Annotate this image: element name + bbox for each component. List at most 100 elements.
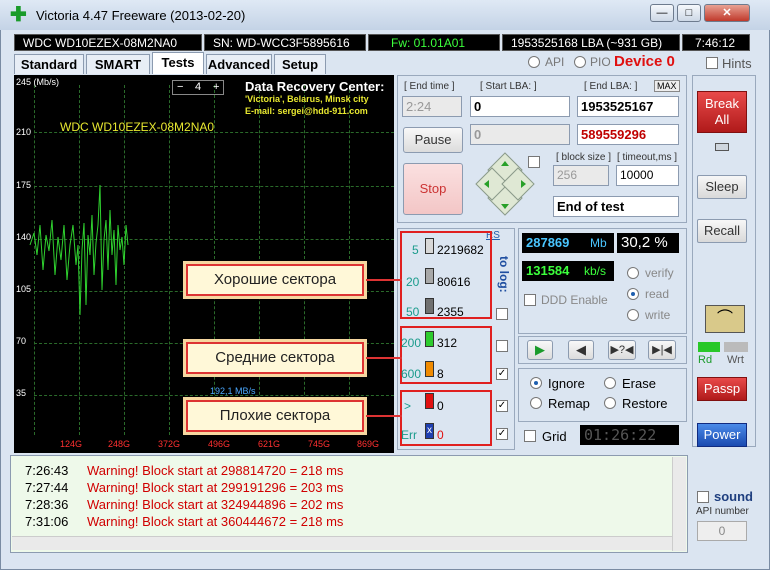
read-label: read [645, 287, 670, 301]
arrows-checkbox[interactable] [528, 156, 540, 168]
x-tick: 621G [258, 439, 281, 449]
read-radio[interactable] [627, 288, 639, 300]
drive-model: WDC WD10EZEX-08M2NA0 [14, 34, 202, 51]
stat-swatch [425, 298, 434, 314]
stat-swatch [425, 361, 434, 377]
sound-checkbox[interactable] [697, 491, 709, 503]
log-checkbox[interactable] [496, 308, 508, 320]
current-position-field: 589559296 [577, 124, 679, 145]
stat-ms: 50 [406, 305, 420, 319]
api-number-label: API number [696, 506, 749, 517]
x-tick: 124G [60, 439, 83, 449]
play-icon[interactable]: ▶ [527, 340, 553, 360]
block-size-label: [ block size ] [556, 152, 612, 163]
callout-connector [366, 357, 402, 359]
hints-checkbox[interactable] [706, 57, 718, 69]
clock: 7:46:12 [682, 34, 750, 51]
indicator-light [715, 143, 729, 151]
ignore-radio[interactable] [530, 377, 542, 389]
butterfly-icon[interactable]: ▶|◀ [648, 340, 676, 360]
callout-connector [366, 415, 402, 417]
stat-ms: 200 [401, 336, 422, 350]
start-lba-field[interactable]: 0 [470, 96, 570, 117]
stat-count: 2355 [437, 305, 464, 319]
log-checkbox[interactable] [496, 340, 508, 352]
log-line: 7:27:44 Warning! Block start at 299191296… [25, 480, 344, 495]
api-label: API [545, 55, 565, 69]
step-plus-button[interactable]: + [213, 81, 219, 94]
end-time-field[interactable]: 2:24 [402, 96, 462, 117]
timeout-select[interactable]: 10000 [616, 165, 679, 186]
ddd-checkbox[interactable] [524, 294, 536, 306]
tab-standard[interactable]: Standard [14, 54, 84, 74]
recall-button[interactable]: Recall [697, 219, 747, 243]
x-tick: 248G [108, 439, 131, 449]
log-checkbox[interactable]: ✓ [496, 368, 508, 380]
to-log-label: to log: [497, 256, 511, 293]
drive-firmware: Fw: 01.01A01 [368, 34, 500, 51]
tab-tests[interactable]: Tests [152, 52, 204, 74]
step-minus-button[interactable]: − [177, 81, 183, 94]
stat-ms: 600 [401, 367, 422, 381]
drive-serial: SN: WD-WCC3F5895616 [204, 34, 366, 51]
stat-swatch [425, 238, 434, 254]
verify-label: verify [645, 266, 674, 280]
step-value: 4 [195, 81, 202, 93]
remap-radio[interactable] [530, 397, 542, 409]
mb-unit: Mb [590, 236, 607, 250]
restore-radio[interactable] [604, 397, 616, 409]
write-radio[interactable] [627, 309, 639, 321]
y-tick: 175 [16, 180, 32, 190]
block-size-select[interactable]: 256 [553, 165, 609, 186]
tab-advanced[interactable]: Advanced [206, 54, 272, 74]
log-horizontal-scrollbar[interactable] [12, 536, 672, 550]
api-number-stepper[interactable]: 0 [697, 521, 747, 541]
log-line: 7:26:43 Warning! Block start at 298814720… [25, 463, 344, 478]
rd-label: Rd [698, 354, 713, 366]
power-button[interactable]: Power [697, 423, 747, 447]
elapsed-timer: 01:26:22 [580, 425, 679, 445]
error-swatch-icon: x [425, 423, 434, 439]
stat-count: 2219682 [437, 243, 484, 257]
stat-count: 312 [437, 336, 458, 350]
sleep-button[interactable]: Sleep [697, 175, 747, 199]
minimize-button[interactable]: — [650, 4, 674, 22]
y-tick: 210 [16, 127, 32, 137]
erase-radio[interactable] [604, 377, 616, 389]
log-line: 7:31:06 Warning! Block start at 360444672… [25, 514, 344, 529]
rd-indicator [698, 342, 720, 352]
stat-swatch [425, 331, 434, 347]
end-of-test-select[interactable]: End of test [553, 196, 679, 217]
device-label: Device 0 [614, 53, 675, 70]
y-tick: 105 [16, 284, 32, 294]
callout-bad-sectors: Плохие сектора [186, 400, 364, 432]
log-checkbox[interactable]: ✓ [496, 428, 508, 440]
stat-count: 80616 [437, 275, 471, 289]
log-checkbox[interactable]: ✓ [496, 400, 508, 412]
passp-button[interactable]: Passp [697, 377, 747, 401]
back-icon[interactable]: ◀ [568, 340, 594, 360]
maximize-button[interactable]: □ [677, 4, 701, 22]
stat-ms: > [404, 399, 412, 413]
x-tick: 745G [308, 439, 331, 449]
end-time-label: [ End time ] [404, 81, 455, 92]
break-all-button[interactable]: Break All [697, 91, 747, 133]
step-control: − 4 + [172, 80, 224, 95]
log-vertical-scrollbar[interactable] [672, 457, 686, 551]
stop-button[interactable]: Stop [403, 163, 463, 215]
current-lba-field: 0 [470, 124, 570, 145]
pause-button[interactable]: Pause [403, 127, 463, 153]
end-lba-field[interactable]: 1953525167 [577, 96, 679, 117]
pio-radio[interactable] [574, 56, 586, 68]
stat-count: 0 [437, 428, 444, 442]
tab-setup[interactable]: Setup [274, 54, 326, 74]
tab-smart[interactable]: SMART [86, 54, 150, 74]
verify-radio[interactable] [627, 267, 639, 279]
api-radio[interactable] [528, 56, 540, 68]
random-seek-icon[interactable]: ▶?◀ [608, 340, 636, 360]
y-tick: 140 [16, 232, 32, 242]
wrt-label: Wrt [727, 354, 744, 366]
close-button[interactable]: ✕ [704, 4, 750, 22]
max-lba-button[interactable]: MAX [654, 80, 680, 92]
grid-checkbox[interactable] [524, 430, 536, 442]
